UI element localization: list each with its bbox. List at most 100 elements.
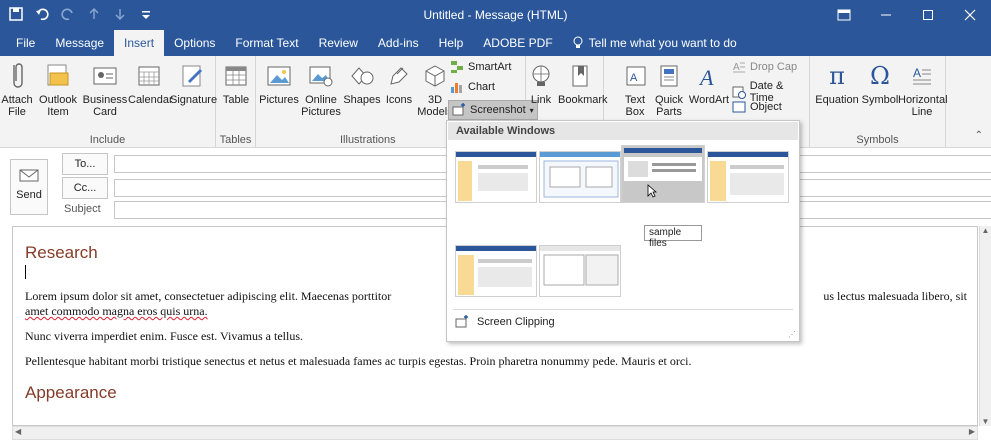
screenshot-button[interactable]: Screenshot ▾ [448,100,538,120]
to-button[interactable]: To... [62,153,108,175]
window-thumbnail-6[interactable] [539,245,621,297]
minimize-icon[interactable] [865,0,907,30]
link-button[interactable]: Link [526,58,556,106]
outlook-item-button[interactable]: Outlook Item [36,58,80,118]
signature-label: Signature [170,94,218,106]
ribbon-display-options-icon[interactable] [823,0,865,30]
tab-review[interactable]: Review [309,30,368,56]
vertical-scrollbar[interactable]: ▲ ▼ [979,226,991,426]
text-box-label-2: Box [625,106,645,118]
bookmark-icon [566,60,594,92]
window-thumbnail-3-selected[interactable] [621,145,705,203]
svg-text:A: A [733,62,740,73]
bookmark-button[interactable]: Bookmark [558,58,608,106]
collapse-ribbon-icon[interactable]: ⌃ [975,130,983,141]
online-pictures-icon [307,60,335,92]
tab-add-ins[interactable]: Add-ins [368,30,429,56]
object-icon [732,101,746,113]
drop-cap-label: Drop Cap [750,61,798,73]
horizontal-line-button[interactable]: A Horizontal Line [898,58,948,118]
group-tables-label: Tables [219,134,252,146]
horizontal-line-label-1: Horizontal [898,94,948,106]
icons-button[interactable]: Icons [380,58,418,106]
pictures-label: Pictures [259,94,299,106]
window-thumbnail-4[interactable] [707,151,789,203]
scroll-up-icon[interactable]: ▲ [980,226,991,235]
attach-file-button[interactable]: Attach File [0,58,34,118]
shapes-button[interactable]: Shapes [342,58,382,106]
ribbon-tabs: File Message Insert Options Format Text … [0,30,991,56]
scroll-left-icon[interactable]: ◀ [15,427,21,436]
window-thumbnail-5[interactable] [455,245,537,297]
scroll-right-icon[interactable]: ▶ [969,427,975,436]
window-thumbnail-2[interactable] [539,151,621,203]
table-button[interactable]: Table [220,58,252,106]
smartart-button[interactable]: SmartArt [450,60,511,74]
menu-separator [453,309,793,310]
outlook-item-icon [44,60,72,92]
object-button[interactable]: Object [732,100,782,114]
paragraph-1-text: Lorem ipsum dolor sit amet, consectetuer… [25,289,392,303]
cc-button[interactable]: Cc... [62,177,108,199]
calendar-icon [135,60,163,92]
online-pictures-button[interactable]: Online Pictures [300,58,342,118]
equation-label: Equation [815,94,859,106]
business-card-label-1: Business [82,94,128,106]
quick-parts-button[interactable]: Quick Parts [650,58,688,118]
tab-insert[interactable]: Insert [114,30,165,56]
shapes-icon [348,60,376,92]
link-label: Link [530,94,552,106]
text-box-button[interactable]: A Text Box [622,58,648,118]
calendar-button[interactable]: Calendar [128,58,173,106]
paragraph-3: Pellentesque habitant morbi tristique se… [25,354,692,368]
tab-file[interactable]: File [6,30,45,56]
screenshot-dropdown: Available Windows sample files Screen Cl… [446,120,800,342]
paragraph-1-line2: amet commodo magna eros quis urna. [25,304,208,318]
symbol-button[interactable]: Ω Symbol [860,58,900,106]
wordart-label: WordArt [688,94,730,106]
pictures-button[interactable]: Pictures [258,58,300,106]
table-label: Table [222,94,250,106]
group-symbols-label: Symbols [856,134,899,146]
text-box-icon: A [622,60,650,92]
calendar-label: Calendar [128,94,173,106]
outlook-item-label-2: Item [47,106,69,118]
screenshot-icon [452,103,465,116]
wordart-icon: A [695,60,723,92]
horizontal-scrollbar[interactable]: ◀ ▶ [12,426,978,440]
tab-format-text[interactable]: Format Text [225,30,308,56]
tell-me-box[interactable]: Tell me what you want to do [563,30,747,56]
business-card-button[interactable]: Business Card [82,58,128,118]
send-button[interactable]: Send [10,159,48,215]
object-label: Object [750,101,782,113]
close-icon[interactable] [949,0,991,30]
tab-options[interactable]: Options [164,30,225,56]
wordart-button[interactable]: A WordArt [688,58,730,106]
group-include-label: Include [89,134,126,146]
business-card-icon [91,60,119,92]
equation-button[interactable]: π Equation [814,58,860,106]
screen-clipping-item[interactable]: Screen Clipping [455,315,555,329]
smartart-icon [451,61,463,73]
tab-help[interactable]: Help [429,30,474,56]
icons-label: Icons [385,94,413,106]
smartart-label: SmartArt [468,61,512,73]
heading-appearance: Appearance [25,383,117,402]
signature-button[interactable]: Signature [170,58,218,106]
svg-text:A: A [630,72,638,84]
online-pictures-label-2: Pictures [301,106,341,118]
outlook-item-label-1: Outlook [39,94,77,106]
resize-grip-icon[interactable]: ⋰ [788,330,796,339]
drop-cap-button[interactable]: A Drop Cap [732,60,797,74]
paperclip-icon [3,60,31,92]
scroll-down-icon[interactable]: ▼ [980,417,991,426]
tell-me-text: Tell me what you want to do [588,36,737,50]
window-tooltip: sample files [644,225,702,249]
globe-link-icon [527,60,555,92]
chart-button[interactable]: Chart [450,80,495,94]
window-thumbnail-1[interactable] [455,151,537,203]
tab-adobe-pdf[interactable]: ADOBE PDF [473,30,562,56]
tab-message[interactable]: Message [45,30,114,56]
maximize-icon[interactable] [907,0,949,30]
send-icon [19,168,39,185]
